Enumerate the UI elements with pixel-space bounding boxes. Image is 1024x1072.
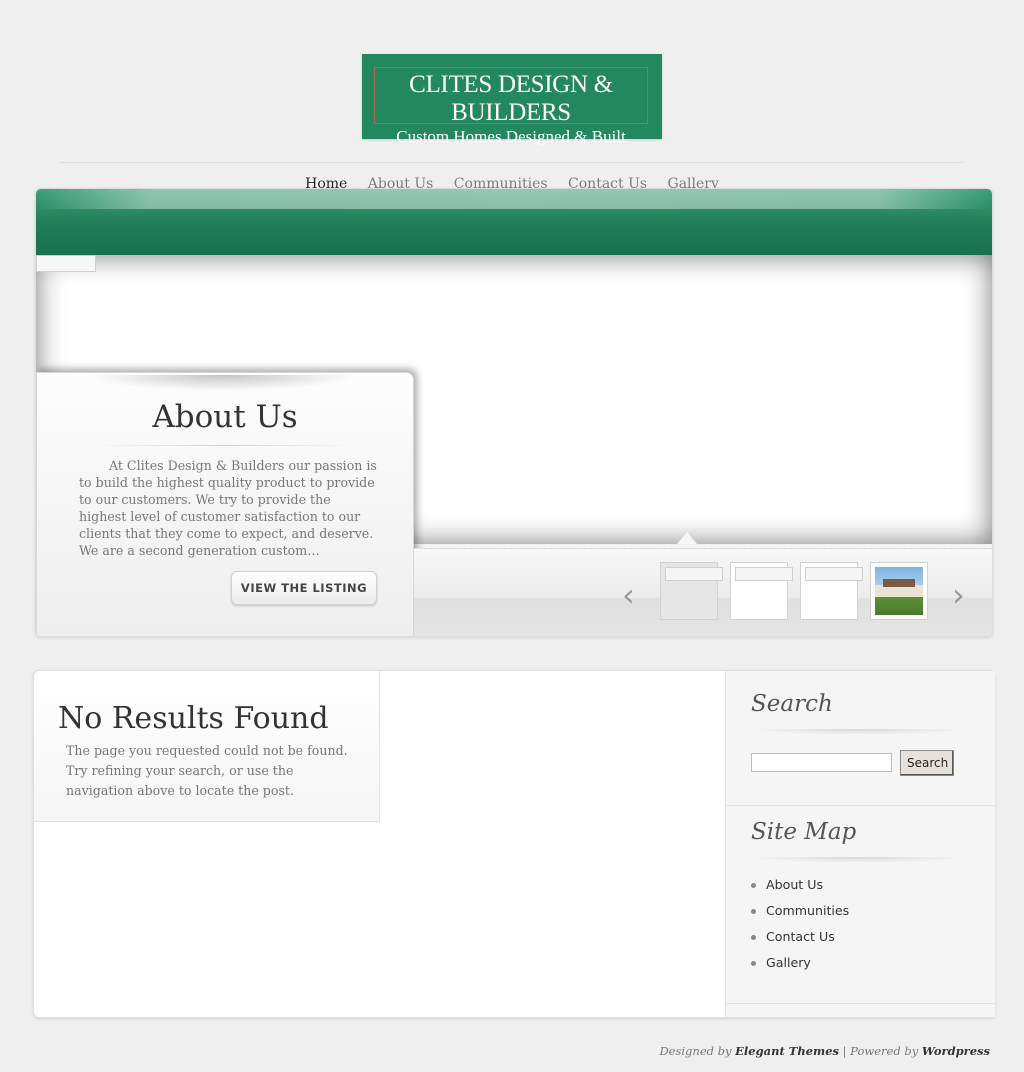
broken-image-placeholder [36,255,96,272]
house-photo [875,567,923,615]
sitemap-link-about-us[interactable]: About Us [751,875,849,901]
about-box: About Us At Clites Design & Builders our… [36,372,414,636]
active-slide-pointer [677,532,697,544]
page-title: No Results Found [58,701,329,736]
about-excerpt: At Clites Design & Builders our passion … [79,458,377,558]
sidebar-divider [726,1003,995,1004]
logo-title: CLITES DESIGN & BUILDERS [409,71,613,126]
site-logo[interactable]: CLITES DESIGN & BUILDERS Custom Homes De… [362,54,662,146]
slide-thumbnail[interactable] [730,562,793,620]
sidebar-divider [726,805,995,806]
chevron-right-icon[interactable]: › [952,579,965,611]
footer-designer-link[interactable]: Elegant Themes [735,1044,839,1058]
view-listing-button[interactable]: VIEW THE LISTING [231,571,377,605]
footer-wordpress-link[interactable]: Wordpress [922,1044,990,1058]
about-box-texture [87,375,357,391]
featured-header-band [36,189,992,256]
chevron-left-icon[interactable]: ‹ [622,579,635,611]
sitemap-widget-title: Site Map [751,819,857,845]
content-area: No Results Found The page you requested … [33,670,995,1018]
logo-tagline: Custom Homes Designed & Built [396,127,626,146]
search-widget-title: Search [751,691,833,717]
broken-image-placeholder [665,567,723,581]
slide-thumbnail[interactable] [800,562,863,620]
band-highlight [36,189,992,209]
slide-thumbnail[interactable] [660,562,723,620]
footer-credits: Designed by Elegant Themes | Powered by … [659,1044,990,1058]
page-message: The page you requested could not be foun… [66,743,348,798]
header-divider [60,162,964,164]
search-input[interactable] [751,753,892,772]
logo-frame: CLITES DESIGN & BUILDERS Custom Homes De… [374,67,648,146]
widget-divider [751,857,966,863]
slide-thumbnail-house[interactable] [870,562,928,620]
featured-slider: About Us At Clites Design & Builders our… [35,188,993,637]
post-box: No Results Found The page you requested … [34,671,380,822]
sitemap-list: About Us Communities Contact Us Gallery [751,875,849,979]
footer-designed-by: Designed by [659,1044,732,1058]
broken-image-placeholder [735,567,793,581]
sidebar: Search Search Site Map About Us Communit… [725,671,995,1017]
sitemap-link-contact-us[interactable]: Contact Us [751,927,849,953]
about-title: About Us [152,399,298,435]
widget-divider [751,729,966,735]
search-button[interactable]: Search [900,750,954,776]
footer-separator: | Powered by [839,1044,922,1058]
sitemap-link-communities[interactable]: Communities [751,901,849,927]
about-divider [97,445,353,446]
broken-image-placeholder [805,567,863,581]
sitemap-link-gallery[interactable]: Gallery [751,953,849,979]
